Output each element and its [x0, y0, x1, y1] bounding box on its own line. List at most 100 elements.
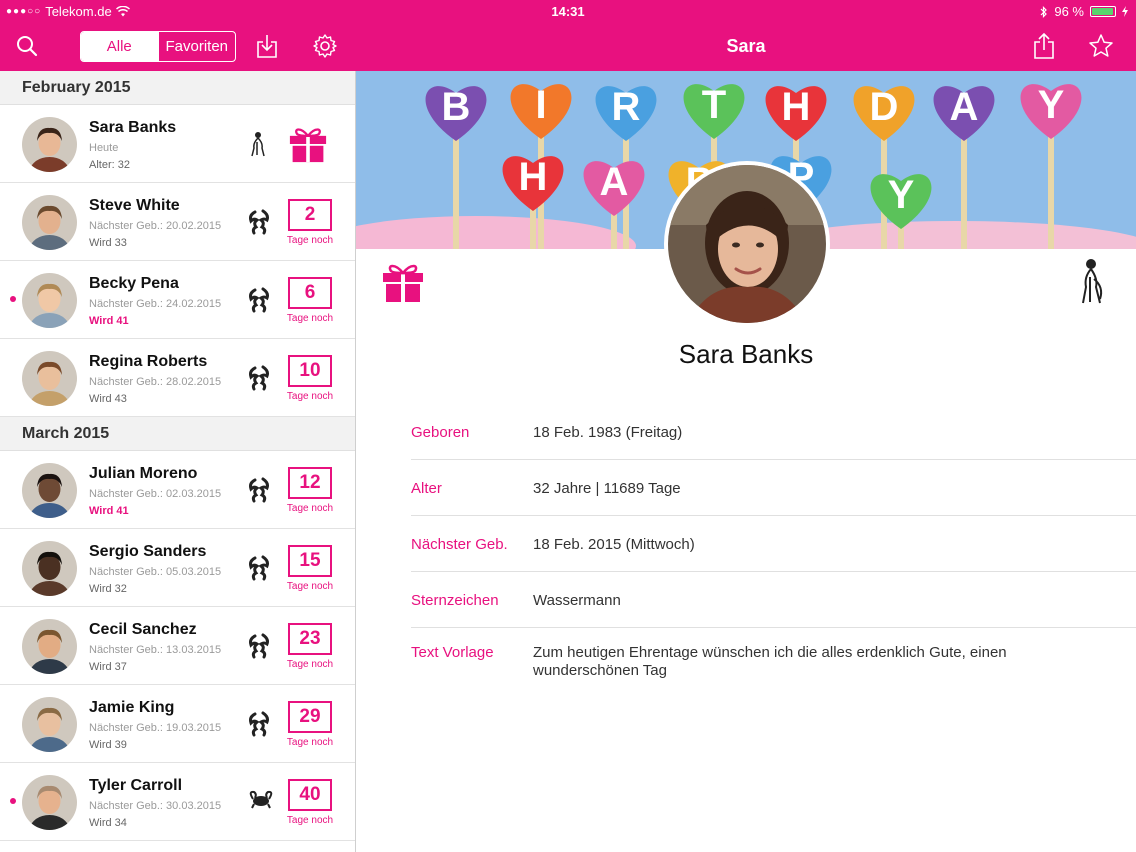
- info-value: 32 Jahre | 11689 Tage: [533, 480, 681, 497]
- top-bar: ●●●○○ Telekom.de 14:31 96 % Alle Favorit…: [0, 0, 1136, 71]
- days-remaining-label: Tage noch: [286, 659, 334, 670]
- next-birthday-text: Nächster Geb.: 05.03.2015: [89, 566, 222, 578]
- avatar: [22, 619, 77, 674]
- pisces-icon: [248, 209, 272, 235]
- candle-letter: A: [950, 85, 979, 129]
- birthday-list: February 2015 Sara Banks Heute Alter: 32 Ste…: [0, 71, 355, 852]
- list-item[interactable]: Steve White Nächster Geb.: 20.02.2015 Wird…: [0, 183, 355, 261]
- list-item[interactable]: Sara Banks Heute Alter: 32: [0, 105, 355, 183]
- list-item[interactable]: Julian Moreno Nächster Geb.: 02.03.2015 Wi…: [0, 451, 355, 529]
- info-row: Geboren 18 Feb. 1983 (Freitag): [411, 404, 1136, 460]
- charging-icon: [1122, 6, 1128, 17]
- section-header: March 2015: [0, 417, 355, 451]
- avatar: [668, 165, 826, 323]
- contact-name: Steve White: [89, 197, 180, 214]
- next-birthday-text: Nächster Geb.: 19.03.2015: [89, 722, 222, 734]
- avatar: [22, 273, 77, 328]
- candle-letter: R: [612, 85, 641, 129]
- info-value: 18 Feb. 2015 (Mittwoch): [533, 536, 695, 553]
- days-remaining-badge: 2: [288, 199, 332, 231]
- info-row: Sternzeichen Wassermann: [411, 572, 1136, 628]
- age-text: Wird 41: [89, 505, 129, 517]
- unread-dot: [10, 798, 16, 804]
- favorite-button[interactable]: [1086, 31, 1116, 61]
- candle-letter: B: [442, 85, 471, 129]
- contact-name: Julian Moreno: [89, 465, 198, 482]
- info-table: Geboren 18 Feb. 1983 (Freitag) Alter 32 Jah…: [411, 404, 1136, 708]
- list-item[interactable]: Tyler Carroll Nächster Geb.: 30.03.2015 Wi…: [0, 763, 355, 841]
- search-button[interactable]: [12, 31, 42, 61]
- list-item[interactable]: Regina Roberts Nächster Geb.: 28.02.2015 W…: [0, 339, 355, 417]
- age-text: Wird 39: [89, 739, 127, 751]
- pisces-icon: [248, 555, 272, 581]
- list-item[interactable]: Jamie King Nächster Geb.: 19.03.2015 Wird …: [0, 685, 355, 763]
- next-birthday-text: Heute: [89, 142, 119, 154]
- pisces-icon: [248, 287, 272, 313]
- status-right: 96 %: [1040, 4, 1128, 19]
- days-remaining-badge: 6: [288, 277, 332, 309]
- days-remaining-label: Tage noch: [286, 235, 334, 246]
- age-text: Wird 41: [89, 315, 129, 327]
- pisces-icon: [248, 477, 272, 503]
- section-header: February 2015: [0, 71, 355, 105]
- pisces-icon: [248, 633, 272, 659]
- days-remaining-label: Tage noch: [286, 313, 334, 324]
- send-gift-button[interactable]: [381, 261, 425, 308]
- info-label: Nächster Geb.: [411, 536, 508, 553]
- list-item[interactable]: Sergio Sanders Nächster Geb.: 05.03.2015 W…: [0, 529, 355, 607]
- download-icon: [257, 35, 277, 58]
- segment-all[interactable]: Alle: [81, 32, 158, 61]
- info-row: Nächster Geb. 18 Feb. 2015 (Mittwoch): [411, 516, 1136, 572]
- share-icon: [1034, 32, 1054, 59]
- age-text: Alter: 32: [89, 159, 130, 171]
- avatar: [22, 541, 77, 596]
- list-item[interactable]: Cecil Sanchez Nächster Geb.: 13.03.2015 Wi…: [0, 607, 355, 685]
- battery-fill: [1092, 8, 1114, 15]
- days-remaining-badge: 23: [288, 623, 332, 655]
- avatar: [22, 195, 77, 250]
- contact-name: Regina Roberts: [89, 353, 208, 370]
- candle-letter: I: [535, 83, 546, 127]
- days-remaining-label: Tage noch: [286, 503, 334, 514]
- info-value: Zum heutigen Ehrentage wünschen ich die …: [533, 644, 1007, 679]
- detail-pane: BIRTHDAYHAPPY Sara Banks Geboren18 Feb. …: [356, 71, 1136, 852]
- age-text: Wird 43: [89, 393, 127, 405]
- import-button[interactable]: [252, 31, 282, 61]
- status-bar: ●●●○○ Telekom.de 14:31 96 %: [0, 0, 1136, 22]
- settings-button[interactable]: [310, 31, 340, 61]
- info-value: 18 Feb. 1983 (Freitag): [533, 424, 683, 441]
- avatar: [22, 697, 77, 752]
- detail-navbar: Sara: [356, 22, 1136, 71]
- share-button[interactable]: [1029, 31, 1059, 61]
- info-label: Sternzeichen: [411, 592, 499, 609]
- search-icon: [17, 36, 38, 57]
- bluetooth-icon: [1040, 5, 1048, 18]
- next-birthday-text: Nächster Geb.: 28.02.2015: [89, 376, 222, 388]
- candle-stick: [453, 131, 459, 249]
- days-remaining-badge: 40: [288, 779, 332, 811]
- segment-favorites[interactable]: Favoriten: [157, 32, 236, 61]
- list-item[interactable]: Becky Pena Nächster Geb.: 24.02.2015 Wird …: [0, 261, 355, 339]
- info-label: Geboren: [411, 424, 470, 441]
- filter-segmented-control: Alle Favoriten: [80, 31, 236, 62]
- profile-photo: [664, 161, 830, 327]
- aquarius-icon: [248, 131, 272, 157]
- days-remaining-label: Tage noch: [286, 581, 334, 592]
- next-birthday-text: Nächster Geb.: 30.03.2015: [89, 800, 222, 812]
- next-birthday-text: Nächster Geb.: 13.03.2015: [89, 644, 222, 656]
- avatar: [22, 463, 77, 518]
- candle-letter: A: [600, 160, 629, 204]
- candle-letter: T: [702, 83, 726, 127]
- avatar: [22, 117, 77, 172]
- age-text: Wird 34: [89, 817, 127, 829]
- avatar: [22, 351, 77, 406]
- battery-icon: [1090, 6, 1116, 17]
- battery-percent: 96 %: [1054, 4, 1084, 19]
- contact-name: Sara Banks: [89, 119, 177, 136]
- avatar: [22, 775, 77, 830]
- pisces-icon: [248, 365, 272, 391]
- gift-icon: [383, 264, 423, 302]
- pisces-icon: [248, 711, 272, 737]
- gift-icon[interactable]: [288, 125, 328, 168]
- contact-name: Jamie King: [89, 699, 175, 716]
